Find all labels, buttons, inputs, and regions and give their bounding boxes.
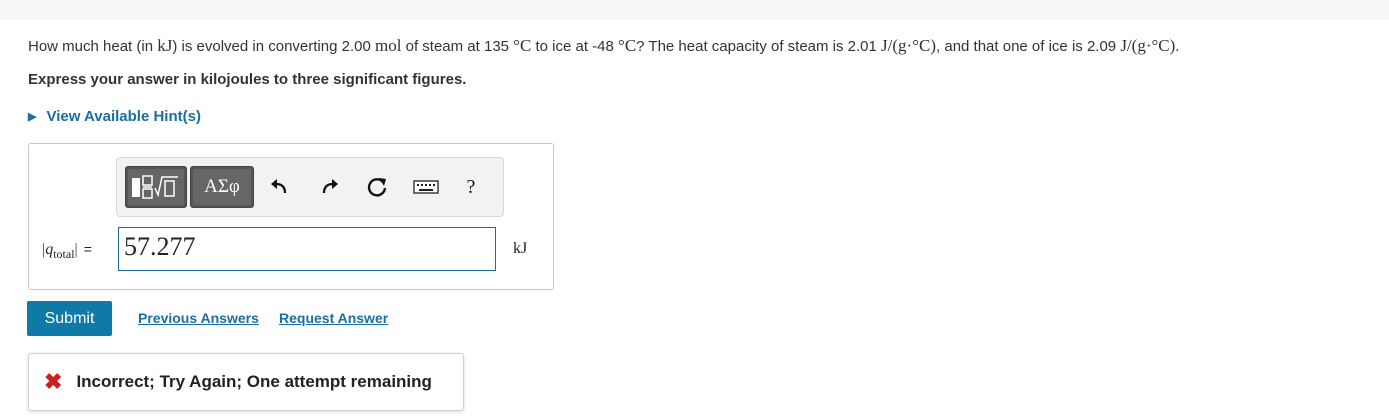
help-icon: ? [466, 175, 476, 198]
instruction-text: Express your answer in kilojoules to thr… [28, 71, 467, 88]
hint-label: View Available Hint(s) [46, 108, 201, 125]
top-strip [0, 0, 1389, 20]
help-button[interactable]: ? [458, 174, 484, 200]
templates-icon [132, 175, 178, 199]
keyboard-icon [413, 180, 439, 194]
answer-panel: ΑΣφ ? |qtotal| = 57.277 kJ [28, 143, 554, 290]
request-answer-link[interactable]: Request Answer [279, 310, 388, 326]
answer-unit: kJ [513, 240, 528, 257]
reset-icon [367, 178, 387, 197]
submit-button[interactable]: Submit [27, 301, 112, 336]
answer-variable-label: |qtotal| = [42, 241, 92, 262]
templates-button[interactable] [125, 166, 187, 208]
math-toolbar: ΑΣφ ? [116, 157, 504, 217]
feedback-banner: ✖ Incorrect; Try Again; One attempt rema… [28, 353, 464, 411]
redo-icon [322, 179, 338, 194]
previous-answers-link[interactable]: Previous Answers [138, 310, 259, 326]
undo-button[interactable] [266, 174, 292, 200]
incorrect-x-icon: ✖ [44, 369, 63, 394]
redo-button[interactable] [317, 174, 343, 200]
expand-triangle-icon: ▶ [28, 111, 37, 123]
undo-icon [271, 179, 287, 194]
reset-button[interactable] [364, 174, 390, 200]
question-text: How much heat (in kJ) is evolved in conv… [28, 36, 1180, 55]
feedback-message: Incorrect; Try Again; One attempt remain… [76, 372, 432, 391]
keyboard-button[interactable] [411, 174, 441, 200]
view-hints-link[interactable]: ▶ View Available Hint(s) [28, 108, 201, 125]
answer-input[interactable]: 57.277 [118, 227, 496, 271]
greek-letters-icon: ΑΣφ [204, 176, 240, 197]
greek-letters-button[interactable]: ΑΣφ [190, 166, 254, 208]
